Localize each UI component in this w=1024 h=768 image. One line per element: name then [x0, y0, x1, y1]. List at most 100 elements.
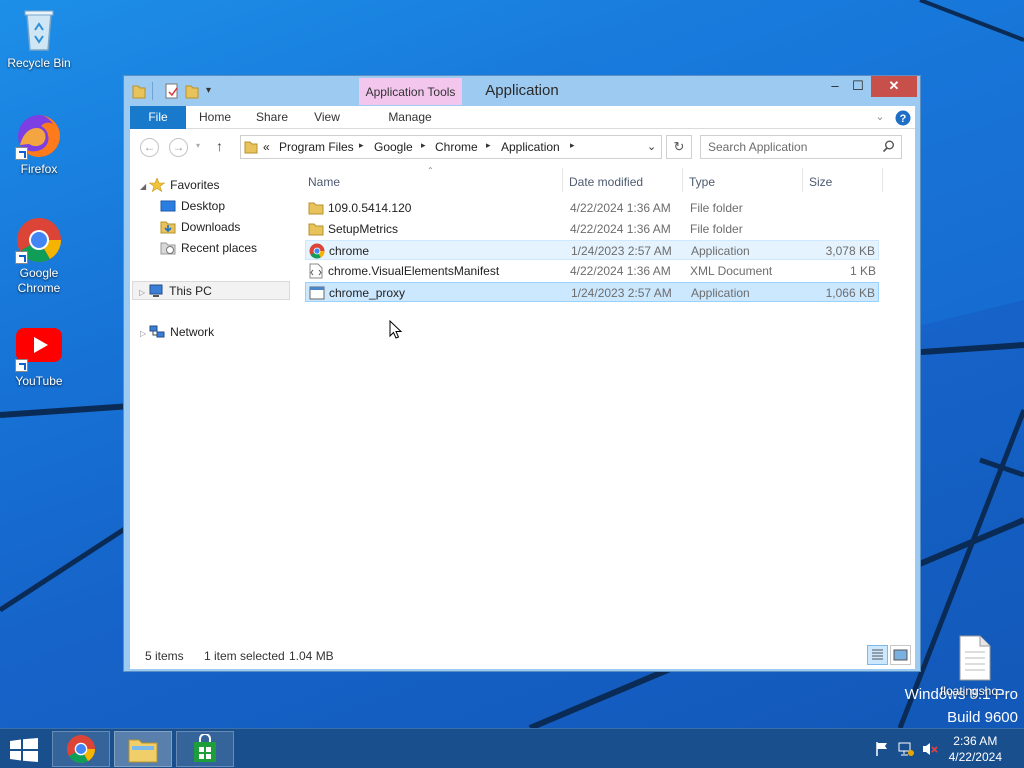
- nav-label: Downloads: [181, 220, 241, 234]
- selection-count: 1 item selected: [204, 649, 285, 663]
- file-name: chrome.VisualElementsManifest: [328, 264, 500, 278]
- nav-network[interactable]: ▷ Network: [140, 323, 214, 342]
- tab-file[interactable]: File: [130, 106, 186, 129]
- file-type: Application: [691, 286, 750, 300]
- file-date: 1/24/2023 2:57 AM: [571, 244, 672, 258]
- shortcut-arrow-icon: [15, 251, 28, 264]
- refresh-button[interactable]: ↻: [666, 135, 692, 159]
- firefox-icon: [15, 112, 63, 160]
- column-header-size[interactable]: Size: [809, 172, 832, 192]
- file-explorer-window: ▾ Application Tools Application – ☐ ✕ Fi…: [123, 75, 921, 672]
- taskbar-store-button[interactable]: [176, 731, 234, 767]
- file-row[interactable]: 109.0.5414.120 4/22/2024 1:36 AM File fo…: [305, 198, 879, 218]
- file-row[interactable]: chrome 1/24/2023 2:57 AM Application 3,0…: [305, 240, 879, 260]
- desktop-icon-google-chrome[interactable]: Google Chrome: [1, 216, 77, 296]
- up-button[interactable]: ↑: [216, 138, 223, 154]
- volume-muted-icon[interactable]: [922, 741, 938, 757]
- file-list: ⌃ Name Date modified Type Size 109.0.541…: [303, 166, 915, 641]
- large-icons-view-icon: [893, 649, 908, 661]
- column-header-type[interactable]: Type: [689, 172, 715, 192]
- nav-desktop[interactable]: Desktop: [160, 197, 225, 216]
- shortcut-arrow-icon: [15, 359, 28, 372]
- desktop-icon-floatingshot[interactable]: floatingsho...: [936, 634, 1012, 699]
- file-date: 4/22/2024 1:36 AM: [570, 222, 671, 236]
- desktop-icon-firefox[interactable]: Firefox: [1, 112, 77, 177]
- address-history-chevron-icon[interactable]: ⌄: [647, 140, 656, 153]
- breadcrumb-separator-icon[interactable]: ▸: [486, 140, 491, 151]
- breadcrumb-chrome[interactable]: Chrome: [435, 140, 478, 154]
- window-title: Application: [485, 82, 559, 99]
- file-name: SetupMetrics: [328, 222, 399, 236]
- desktop-icon-label: YouTube: [15, 374, 63, 388]
- tab-home[interactable]: Home: [192, 106, 238, 129]
- column-header-date-modified[interactable]: Date modified: [569, 172, 643, 192]
- computer-icon: [148, 284, 164, 298]
- file-row[interactable]: chrome.VisualElementsManifest 4/22/2024 …: [305, 261, 879, 281]
- navigation-pane: ◢ Favorites Desktop Downloads Recent plac…: [130, 166, 292, 641]
- item-count: 5 items: [145, 649, 184, 663]
- breadcrumb-separator-icon[interactable]: ▸: [570, 140, 575, 151]
- taskbar-chrome-button[interactable]: [52, 731, 110, 767]
- clock[interactable]: 2:36 AM 4/22/2024: [949, 733, 1002, 765]
- network-status-icon[interactable]: [898, 741, 914, 757]
- expanded-arrow-icon[interactable]: ◢: [140, 182, 146, 191]
- details-view-icon: [872, 649, 883, 660]
- tab-view[interactable]: View: [306, 106, 348, 129]
- youtube-icon: [15, 324, 63, 372]
- breadcrumb-google[interactable]: Google: [374, 140, 413, 154]
- column-divider[interactable]: [682, 168, 683, 192]
- nav-label: Network: [170, 325, 215, 339]
- action-center-flag-icon[interactable]: [874, 741, 890, 757]
- collapsed-arrow-icon[interactable]: ▷: [139, 288, 145, 297]
- file-name: chrome: [329, 244, 370, 258]
- tab-manage[interactable]: Manage: [382, 106, 438, 129]
- chrome-icon: [309, 243, 325, 259]
- back-button[interactable]: ←: [140, 138, 159, 157]
- search-icon[interactable]: [882, 140, 895, 156]
- breadcrumb-separator-icon[interactable]: ▸: [359, 140, 364, 151]
- store-icon: [194, 734, 216, 762]
- taskbar-file-explorer-button[interactable]: [114, 731, 172, 767]
- folder-icon: [308, 200, 324, 216]
- column-header-name[interactable]: Name: [308, 172, 340, 192]
- xml-file-icon: [308, 263, 324, 279]
- collapsed-arrow-icon[interactable]: ▷: [140, 329, 146, 338]
- file-type: XML Document: [690, 264, 773, 278]
- nav-downloads[interactable]: Downloads: [160, 218, 240, 237]
- start-button[interactable]: [10, 738, 38, 765]
- large-icons-view-button[interactable]: [890, 645, 911, 665]
- explorer-body: ◢ Favorites Desktop Downloads Recent plac…: [130, 166, 915, 641]
- recycle-bin-icon: [15, 6, 63, 54]
- clock-time: 2:36 AM: [953, 734, 998, 748]
- desktop-icon-recycle-bin[interactable]: Recycle Bin: [1, 6, 77, 71]
- nav-recent-places[interactable]: Recent places: [160, 239, 257, 258]
- breadcrumb-program-files[interactable]: Program Files: [279, 140, 354, 154]
- forward-button[interactable]: →: [169, 138, 188, 157]
- column-divider[interactable]: [882, 168, 883, 192]
- breadcrumb-overflow[interactable]: «: [263, 140, 270, 154]
- breadcrumb-application[interactable]: Application: [501, 140, 560, 154]
- mouse-cursor-icon: [389, 320, 403, 339]
- file-row[interactable]: SetupMetrics 4/22/2024 1:36 AM File fold…: [305, 219, 879, 239]
- help-icon[interactable]: ?: [894, 106, 912, 129]
- column-divider[interactable]: [802, 168, 803, 192]
- breadcrumb-separator-icon[interactable]: ▸: [421, 140, 426, 151]
- expand-ribbon-chevron-icon[interactable]: ⌄: [872, 106, 888, 129]
- details-view-button[interactable]: [867, 645, 888, 665]
- close-button[interactable]: ✕: [871, 76, 917, 97]
- address-bar[interactable]: « Program Files ▸ Google ▸ Chrome ▸ Appl…: [240, 135, 662, 159]
- nav-favorites[interactable]: ◢ Favorites: [140, 176, 220, 195]
- file-type: File folder: [690, 201, 743, 215]
- file-size: 3,078 KB: [825, 244, 875, 258]
- desktop-icon-label: Google Chrome: [17, 266, 61, 295]
- shortcut-arrow-icon: [15, 147, 28, 160]
- title-bar[interactable]: ▾ Application Tools Application – ☐ ✕: [124, 76, 920, 106]
- nav-this-pc[interactable]: ▷ This PC: [132, 281, 290, 300]
- column-divider[interactable]: [562, 168, 563, 192]
- file-row-selected[interactable]: chrome_proxy 1/24/2023 2:57 AM Applicati…: [305, 282, 879, 302]
- os-watermark-build: Build 9600: [947, 709, 1018, 726]
- tab-share[interactable]: Share: [250, 106, 294, 129]
- recent-locations-chevron-icon[interactable]: ▾: [196, 141, 200, 150]
- desktop-icon-youtube[interactable]: YouTube: [1, 324, 77, 389]
- search-input[interactable]: [708, 140, 878, 154]
